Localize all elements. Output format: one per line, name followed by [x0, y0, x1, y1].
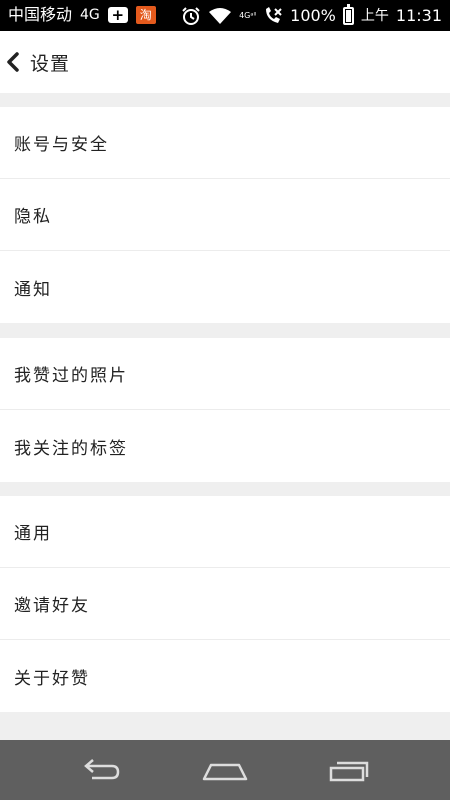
back-button[interactable]: 设置	[6, 45, 96, 79]
settings-item-general[interactable]: 通用	[0, 496, 450, 568]
settings-item-account-security[interactable]: 账号与安全	[0, 107, 450, 179]
settings-group-content: 我赞过的照片 我关注的标签	[0, 338, 450, 482]
settings-group-general: 通用 邀请好友 关于好赞	[0, 496, 450, 712]
status-bar: 中国移动 4G + 淘 4Gᵃˡˡ 100% 上午 11:31	[0, 0, 450, 31]
clock: 11:31	[395, 6, 442, 25]
network-type: 4G	[80, 7, 100, 23]
alarm-icon	[181, 6, 201, 26]
time-period: 上午	[360, 8, 389, 24]
settings-item-privacy[interactable]: 隐私	[0, 179, 450, 251]
nav-home-button[interactable]	[195, 754, 255, 786]
battery-percent: 100%	[290, 6, 336, 25]
recent-apps-icon	[327, 757, 373, 783]
settings-item-notifications[interactable]: 通知	[0, 251, 450, 323]
page-title: 设置	[30, 52, 71, 75]
settings-item-invite-friends[interactable]: 邀请好友	[0, 568, 450, 640]
chevron-left-icon	[6, 52, 20, 72]
back-arrow-icon	[78, 757, 122, 783]
missed-call-icon	[263, 6, 283, 26]
battery-icon	[342, 4, 354, 25]
plus-notification-icon: +	[107, 7, 128, 23]
wifi-icon	[208, 7, 232, 25]
settings-item-about[interactable]: 关于好赞	[0, 640, 450, 712]
app-header: 设置	[0, 31, 450, 93]
taobao-notification-icon: 淘	[135, 6, 156, 24]
nav-recents-button[interactable]	[320, 754, 380, 786]
settings-item-followed-tags[interactable]: 我关注的标签	[0, 410, 450, 482]
home-icon	[201, 757, 249, 783]
carrier-name: 中国移动	[8, 5, 73, 24]
signal-label: 4Gᵃˡˡ	[239, 11, 257, 20]
settings-group-account: 账号与安全 隐私 通知	[0, 107, 450, 323]
nav-back-button[interactable]	[70, 754, 130, 786]
system-nav-bar	[0, 740, 450, 800]
settings-item-liked-photos[interactable]: 我赞过的照片	[0, 338, 450, 410]
